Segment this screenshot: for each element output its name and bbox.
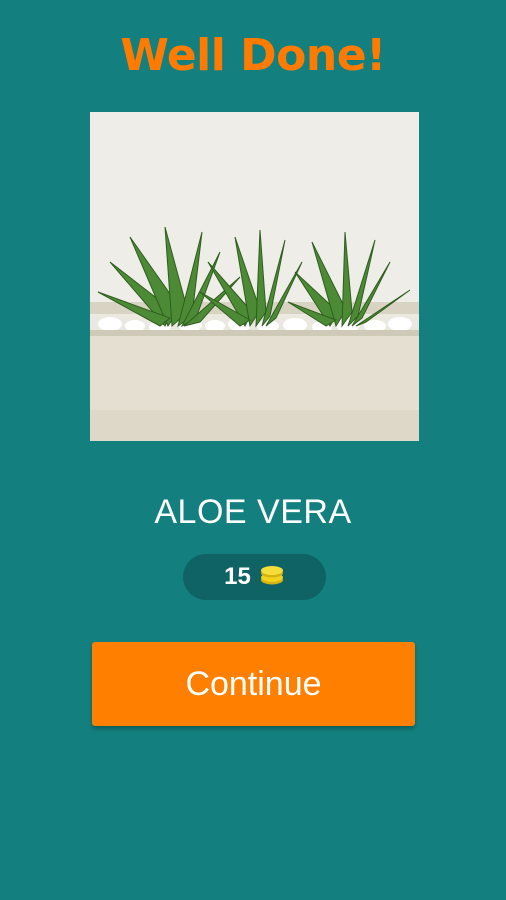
plant-photo — [90, 112, 419, 441]
continue-button[interactable]: Continue — [92, 642, 415, 726]
reward-amount: 15 — [224, 563, 251, 590]
coins-icon — [259, 564, 285, 591]
reward-badge: 15 — [183, 554, 326, 600]
answer-word: ALOE VERA — [154, 493, 352, 531]
page-title: Well Done! — [120, 30, 386, 81]
